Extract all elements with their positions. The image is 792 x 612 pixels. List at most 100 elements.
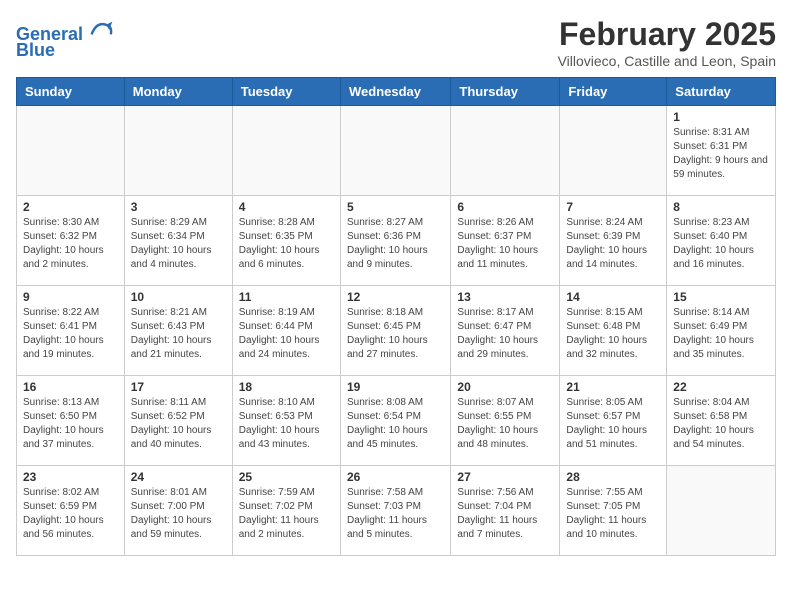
- day-info: Sunrise: 8:28 AM Sunset: 6:35 PM Dayligh…: [239, 216, 334, 272]
- calendar-cell: 28Sunrise: 7:55 AM Sunset: 7:05 PM Dayli…: [560, 466, 667, 556]
- day-info: Sunrise: 8:29 AM Sunset: 6:34 PM Dayligh…: [131, 216, 226, 272]
- day-number: 22: [673, 380, 769, 394]
- calendar-cell: 8 Sunrise: 8:23 AM Sunset: 6:40 PM Daylig…: [667, 196, 776, 286]
- weekday-header-thursday: Thursday: [451, 78, 560, 106]
- day-number: 17: [131, 380, 226, 394]
- day-number: 4: [239, 200, 334, 214]
- day-info: Sunrise: 8:26 AM Sunset: 6:37 PM Dayligh…: [457, 216, 553, 272]
- weekday-header-sunday: Sunday: [17, 78, 125, 106]
- day-number: 5: [347, 200, 444, 214]
- calendar-cell: 14Sunrise: 8:15 AM Sunset: 6:48 PM Dayli…: [560, 286, 667, 376]
- calendar-cell: [667, 466, 776, 556]
- calendar-cell: [560, 106, 667, 196]
- day-number: 24: [131, 470, 226, 484]
- calendar-cell: 10Sunrise: 8:21 AM Sunset: 6:43 PM Dayli…: [124, 286, 232, 376]
- day-info: Sunrise: 8:30 AM Sunset: 6:32 PM Dayligh…: [23, 216, 118, 272]
- weekday-header-row: SundayMondayTuesdayWednesdayThursdayFrid…: [17, 78, 776, 106]
- day-info: Sunrise: 7:59 AM Sunset: 7:02 PM Dayligh…: [239, 486, 334, 542]
- day-info: Sunrise: 8:01 AM Sunset: 7:00 PM Dayligh…: [131, 486, 226, 542]
- calendar-cell: 11 Sunrise: 8:19 AM Sunset: 6:44 PM Dayli…: [232, 286, 340, 376]
- day-info: Sunrise: 8:21 AM Sunset: 6:43 PM Dayligh…: [131, 306, 226, 362]
- calendar-cell: 6 Sunrise: 8:26 AM Sunset: 6:37 PM Daylig…: [451, 196, 560, 286]
- day-info: Sunrise: 7:56 AM Sunset: 7:04 PM Dayligh…: [457, 486, 553, 542]
- weekday-header-saturday: Saturday: [667, 78, 776, 106]
- calendar-cell: 3 Sunrise: 8:29 AM Sunset: 6:34 PM Daylig…: [124, 196, 232, 286]
- calendar-cell: 15 Sunrise: 8:14 AM Sunset: 6:49 PM Dayli…: [667, 286, 776, 376]
- week-row-1: 1 Sunrise: 8:31 AM Sunset: 6:31 PM Daylig…: [17, 106, 776, 196]
- calendar-cell: 26 Sunrise: 7:58 AM Sunset: 7:03 PM Dayli…: [340, 466, 450, 556]
- day-info: Sunrise: 8:31 AM Sunset: 6:31 PM Dayligh…: [673, 126, 769, 182]
- day-number: 27: [457, 470, 553, 484]
- day-info: Sunrise: 8:27 AM Sunset: 6:36 PM Dayligh…: [347, 216, 444, 272]
- day-number: 18: [239, 380, 334, 394]
- calendar-cell: 24 Sunrise: 8:01 AM Sunset: 7:00 PM Dayli…: [124, 466, 232, 556]
- page-header: General Blue February 2025 Villovieco, C…: [16, 16, 776, 69]
- location-title: Villovieco, Castille and Leon, Spain: [558, 53, 776, 69]
- calendar-cell: 2 Sunrise: 8:30 AM Sunset: 6:32 PM Daylig…: [17, 196, 125, 286]
- day-info: Sunrise: 8:10 AM Sunset: 6:53 PM Dayligh…: [239, 396, 334, 452]
- calendar-cell: 22 Sunrise: 8:04 AM Sunset: 6:58 PM Dayli…: [667, 376, 776, 466]
- day-number: 11: [239, 290, 334, 304]
- calendar-cell: 23 Sunrise: 8:02 AM Sunset: 6:59 PM Dayli…: [17, 466, 125, 556]
- day-info: Sunrise: 8:13 AM Sunset: 6:50 PM Dayligh…: [23, 396, 118, 452]
- day-info: Sunrise: 8:24 AM Sunset: 6:39 PM Dayligh…: [566, 216, 660, 272]
- day-number: 20: [457, 380, 553, 394]
- day-info: Sunrise: 7:55 AM Sunset: 7:05 PM Dayligh…: [566, 486, 660, 542]
- calendar-cell: [451, 106, 560, 196]
- day-info: Sunrise: 8:14 AM Sunset: 6:49 PM Dayligh…: [673, 306, 769, 362]
- weekday-header-wednesday: Wednesday: [340, 78, 450, 106]
- day-info: Sunrise: 8:02 AM Sunset: 6:59 PM Dayligh…: [23, 486, 118, 542]
- day-number: 3: [131, 200, 226, 214]
- calendar-cell: [17, 106, 125, 196]
- calendar-cell: 1 Sunrise: 8:31 AM Sunset: 6:31 PM Daylig…: [667, 106, 776, 196]
- calendar-cell: 27 Sunrise: 7:56 AM Sunset: 7:04 PM Dayli…: [451, 466, 560, 556]
- day-number: 12: [347, 290, 444, 304]
- day-info: Sunrise: 8:22 AM Sunset: 6:41 PM Dayligh…: [23, 306, 118, 362]
- calendar-cell: 17 Sunrise: 8:11 AM Sunset: 6:52 PM Dayli…: [124, 376, 232, 466]
- day-info: Sunrise: 8:11 AM Sunset: 6:52 PM Dayligh…: [131, 396, 226, 452]
- calendar-cell: 12 Sunrise: 8:18 AM Sunset: 6:45 PM Dayli…: [340, 286, 450, 376]
- day-info: Sunrise: 8:23 AM Sunset: 6:40 PM Dayligh…: [673, 216, 769, 272]
- day-number: 6: [457, 200, 553, 214]
- day-number: 8: [673, 200, 769, 214]
- day-number: 13: [457, 290, 553, 304]
- week-row-4: 16Sunrise: 8:13 AM Sunset: 6:50 PM Dayli…: [17, 376, 776, 466]
- calendar-cell: 9Sunrise: 8:22 AM Sunset: 6:41 PM Daylig…: [17, 286, 125, 376]
- weekday-header-friday: Friday: [560, 78, 667, 106]
- day-info: Sunrise: 8:04 AM Sunset: 6:58 PM Dayligh…: [673, 396, 769, 452]
- calendar-cell: [232, 106, 340, 196]
- day-number: 2: [23, 200, 118, 214]
- day-info: Sunrise: 7:58 AM Sunset: 7:03 PM Dayligh…: [347, 486, 444, 542]
- day-number: 7: [566, 200, 660, 214]
- day-number: 25: [239, 470, 334, 484]
- calendar-cell: 16Sunrise: 8:13 AM Sunset: 6:50 PM Dayli…: [17, 376, 125, 466]
- logo: General Blue: [16, 16, 114, 61]
- week-row-5: 23 Sunrise: 8:02 AM Sunset: 6:59 PM Dayli…: [17, 466, 776, 556]
- calendar-cell: 4 Sunrise: 8:28 AM Sunset: 6:35 PM Daylig…: [232, 196, 340, 286]
- day-number: 23: [23, 470, 118, 484]
- calendar-cell: 21 Sunrise: 8:05 AM Sunset: 6:57 PM Dayli…: [560, 376, 667, 466]
- day-number: 26: [347, 470, 444, 484]
- week-row-3: 9Sunrise: 8:22 AM Sunset: 6:41 PM Daylig…: [17, 286, 776, 376]
- title-area: February 2025 Villovieco, Castille and L…: [558, 16, 776, 69]
- calendar-cell: [340, 106, 450, 196]
- day-info: Sunrise: 8:19 AM Sunset: 6:44 PM Dayligh…: [239, 306, 334, 362]
- calendar-cell: 20 Sunrise: 8:07 AM Sunset: 6:55 PM Dayli…: [451, 376, 560, 466]
- day-info: Sunrise: 8:05 AM Sunset: 6:57 PM Dayligh…: [566, 396, 660, 452]
- logo-icon: [90, 16, 114, 40]
- day-number: 19: [347, 380, 444, 394]
- day-info: Sunrise: 8:07 AM Sunset: 6:55 PM Dayligh…: [457, 396, 553, 452]
- day-number: 21: [566, 380, 660, 394]
- day-info: Sunrise: 8:15 AM Sunset: 6:48 PM Dayligh…: [566, 306, 660, 362]
- weekday-header-monday: Monday: [124, 78, 232, 106]
- calendar-cell: 19 Sunrise: 8:08 AM Sunset: 6:54 PM Dayli…: [340, 376, 450, 466]
- day-info: Sunrise: 8:17 AM Sunset: 6:47 PM Dayligh…: [457, 306, 553, 362]
- weekday-header-tuesday: Tuesday: [232, 78, 340, 106]
- day-info: Sunrise: 8:18 AM Sunset: 6:45 PM Dayligh…: [347, 306, 444, 362]
- day-number: 15: [673, 290, 769, 304]
- calendar-cell: 5 Sunrise: 8:27 AM Sunset: 6:36 PM Daylig…: [340, 196, 450, 286]
- day-info: Sunrise: 8:08 AM Sunset: 6:54 PM Dayligh…: [347, 396, 444, 452]
- week-row-2: 2 Sunrise: 8:30 AM Sunset: 6:32 PM Daylig…: [17, 196, 776, 286]
- calendar-cell: [124, 106, 232, 196]
- day-number: 1: [673, 110, 769, 124]
